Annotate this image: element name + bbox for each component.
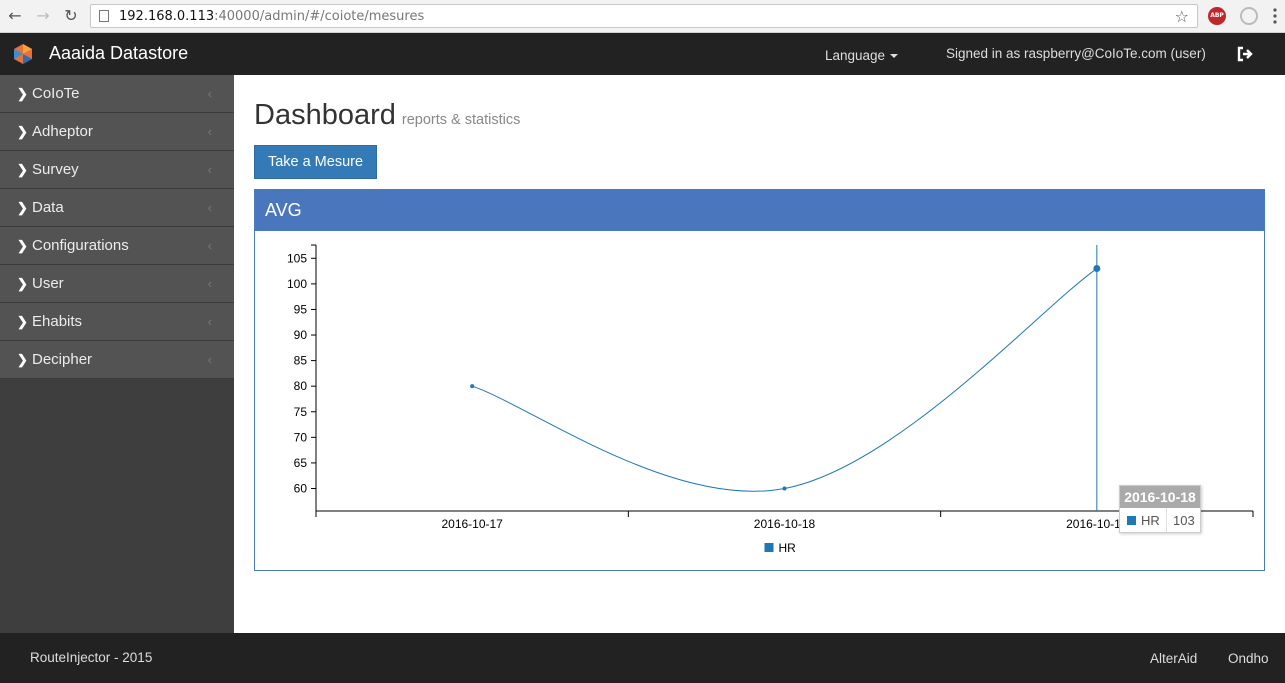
y-tick-label: 95 bbox=[294, 302, 308, 316]
chevron-right-icon: ❯ bbox=[17, 200, 28, 215]
sidebar-item-label: Ehabits bbox=[32, 313, 83, 330]
y-tick-label: 90 bbox=[294, 328, 308, 342]
sidebar: ❯ CoIoTe ‹ ❯ Adheptor ‹ ❯ Survey ‹ ❯ Data ‹ ❯ Con… bbox=[0, 75, 234, 633]
app-header: Aaaida Datastore Language Signed in as r… bbox=[0, 33, 1285, 75]
sidebar-item-label: Configurations bbox=[32, 237, 129, 254]
adblock-icon[interactable]: ABP bbox=[1208, 7, 1226, 25]
browser-menu-icon[interactable] bbox=[1268, 6, 1282, 26]
chevron-right-icon: ❯ bbox=[17, 276, 28, 291]
sidebar-item-decipher[interactable]: ❯ Decipher ‹ bbox=[0, 341, 234, 379]
chevron-right-icon: ❯ bbox=[17, 238, 28, 253]
page-title-text: Dashboard bbox=[254, 99, 396, 131]
language-dropdown[interactable]: Language bbox=[825, 48, 899, 63]
sidebar-item-configurations[interactable]: ❯ Configurations ‹ bbox=[0, 227, 234, 265]
sidebar-item-label: Data bbox=[32, 199, 64, 216]
tooltip-title: 2016-10-18 bbox=[1120, 486, 1200, 508]
tooltip-swatch bbox=[1127, 516, 1136, 525]
url-path: :40000/admin/#/coiote/mesures bbox=[214, 9, 425, 24]
footer: RouteInjector - 2015 AlterAid Ondho bbox=[0, 633, 1285, 683]
sidebar-item-data[interactable]: ❯ Data ‹ bbox=[0, 189, 234, 227]
page-subtitle: reports & statistics bbox=[401, 112, 521, 128]
chevron-left-icon: ‹ bbox=[207, 276, 212, 291]
legend-swatch bbox=[764, 543, 774, 552]
panel-title: AVG bbox=[255, 190, 1264, 231]
page-icon bbox=[99, 10, 109, 22]
sidebar-item-label: User bbox=[32, 275, 64, 292]
sidebar-item-label: Decipher bbox=[32, 351, 93, 368]
chevron-left-icon: ‹ bbox=[207, 352, 212, 367]
tooltip-series-name: HR bbox=[1141, 513, 1160, 528]
take-measure-button[interactable]: Take a Mesure bbox=[254, 145, 377, 179]
url-text[interactable]: 192.168.0.113:40000/admin/#/coiote/mesur… bbox=[119, 9, 424, 24]
sidebar-item-label: CoIoTe bbox=[32, 85, 80, 102]
chevron-left-icon: ‹ bbox=[207, 238, 212, 253]
reload-icon[interactable]: ↻ bbox=[62, 7, 80, 25]
sidebar-item-adheptor[interactable]: ❯ Adheptor ‹ bbox=[0, 113, 234, 151]
y-tick-label: 85 bbox=[294, 354, 308, 368]
signed-in-text: Signed in as raspberry@CoIoTe.com (user) bbox=[946, 46, 1206, 61]
chevron-left-icon: ‹ bbox=[207, 162, 212, 177]
browser-toolbar: ← → ↻ 192.168.0.113:40000/admin/#/coiote… bbox=[0, 0, 1285, 33]
footer-link-alteraid[interactable]: AlterAid bbox=[1150, 651, 1197, 666]
avg-panel: AVG 60 65 70 75 80 85 90 95 100 105 2016-10-17 2016… bbox=[254, 189, 1265, 571]
data-point bbox=[1093, 265, 1101, 273]
y-tick-label: 70 bbox=[294, 430, 308, 444]
chevron-right-icon: ❯ bbox=[17, 124, 28, 139]
bookmark-star-icon[interactable]: ☆ bbox=[1175, 7, 1189, 26]
y-tick-label: 75 bbox=[294, 405, 308, 419]
language-label: Language bbox=[825, 48, 886, 63]
address-bar[interactable]: 192.168.0.113:40000/admin/#/coiote/mesur… bbox=[90, 4, 1198, 28]
chevron-right-icon: ❯ bbox=[17, 86, 28, 101]
data-point bbox=[470, 384, 475, 389]
extension-icon[interactable] bbox=[1240, 7, 1258, 25]
sidebar-item-ehabits[interactable]: ❯ Ehabits ‹ bbox=[0, 303, 234, 341]
tooltip-value: 103 bbox=[1173, 513, 1195, 528]
footer-copyright: RouteInjector - 2015 bbox=[30, 650, 153, 665]
brand-title[interactable]: Aaaida Datastore bbox=[49, 43, 188, 64]
y-tick-label: 65 bbox=[294, 456, 308, 470]
url-host: 192.168.0.113 bbox=[119, 9, 215, 24]
y-tick-label: 60 bbox=[294, 481, 308, 495]
main-content: Dashboard reports & statistics Take a Mes… bbox=[234, 75, 1285, 633]
sidebar-item-coiote[interactable]: ❯ CoIoTe ‹ bbox=[0, 75, 234, 113]
chevron-right-icon: ❯ bbox=[17, 314, 28, 329]
chevron-left-icon: ‹ bbox=[207, 314, 212, 329]
sidebar-item-user[interactable]: ❯ User ‹ bbox=[0, 265, 234, 303]
chart-tooltip: 2016-10-18 HR 103 bbox=[1119, 485, 1201, 533]
tooltip-row: HR 103 bbox=[1120, 508, 1200, 532]
chart-container: 60 65 70 75 80 85 90 95 100 105 2016-10-17 2016-10-… bbox=[255, 231, 1264, 570]
sidebar-item-survey[interactable]: ❯ Survey ‹ bbox=[0, 151, 234, 189]
line-chart[interactable]: 60 65 70 75 80 85 90 95 100 105 2016-10-17 2016-10-… bbox=[255, 231, 1264, 570]
page-title: Dashboard reports & statistics bbox=[254, 99, 520, 132]
y-tick-label: 80 bbox=[294, 379, 308, 393]
series-line-hr bbox=[472, 268, 1098, 492]
y-tick-label: 100 bbox=[287, 277, 307, 291]
legend-label: HR bbox=[779, 541, 797, 555]
chevron-right-icon: ❯ bbox=[17, 162, 28, 177]
y-tick-label: 105 bbox=[287, 251, 307, 265]
footer-link-ondho[interactable]: Ondho bbox=[1228, 651, 1269, 666]
forward-icon[interactable]: → bbox=[34, 7, 52, 25]
x-tick-label: 2016-10-17 bbox=[441, 517, 503, 531]
chevron-left-icon: ‹ bbox=[207, 86, 212, 101]
chevron-left-icon: ‹ bbox=[207, 200, 212, 215]
caret-down-icon bbox=[890, 54, 899, 59]
chevron-left-icon: ‹ bbox=[207, 124, 212, 139]
data-point bbox=[782, 486, 787, 491]
back-icon[interactable]: ← bbox=[6, 7, 24, 25]
logout-icon[interactable] bbox=[1236, 46, 1254, 62]
sidebar-item-label: Adheptor bbox=[32, 123, 93, 140]
x-tick-label: 2016-10-18 bbox=[754, 517, 816, 531]
chevron-right-icon: ❯ bbox=[17, 352, 28, 367]
logo-icon[interactable] bbox=[12, 43, 34, 65]
sidebar-item-label: Survey bbox=[32, 161, 79, 178]
tooltip-divider bbox=[1166, 508, 1167, 532]
